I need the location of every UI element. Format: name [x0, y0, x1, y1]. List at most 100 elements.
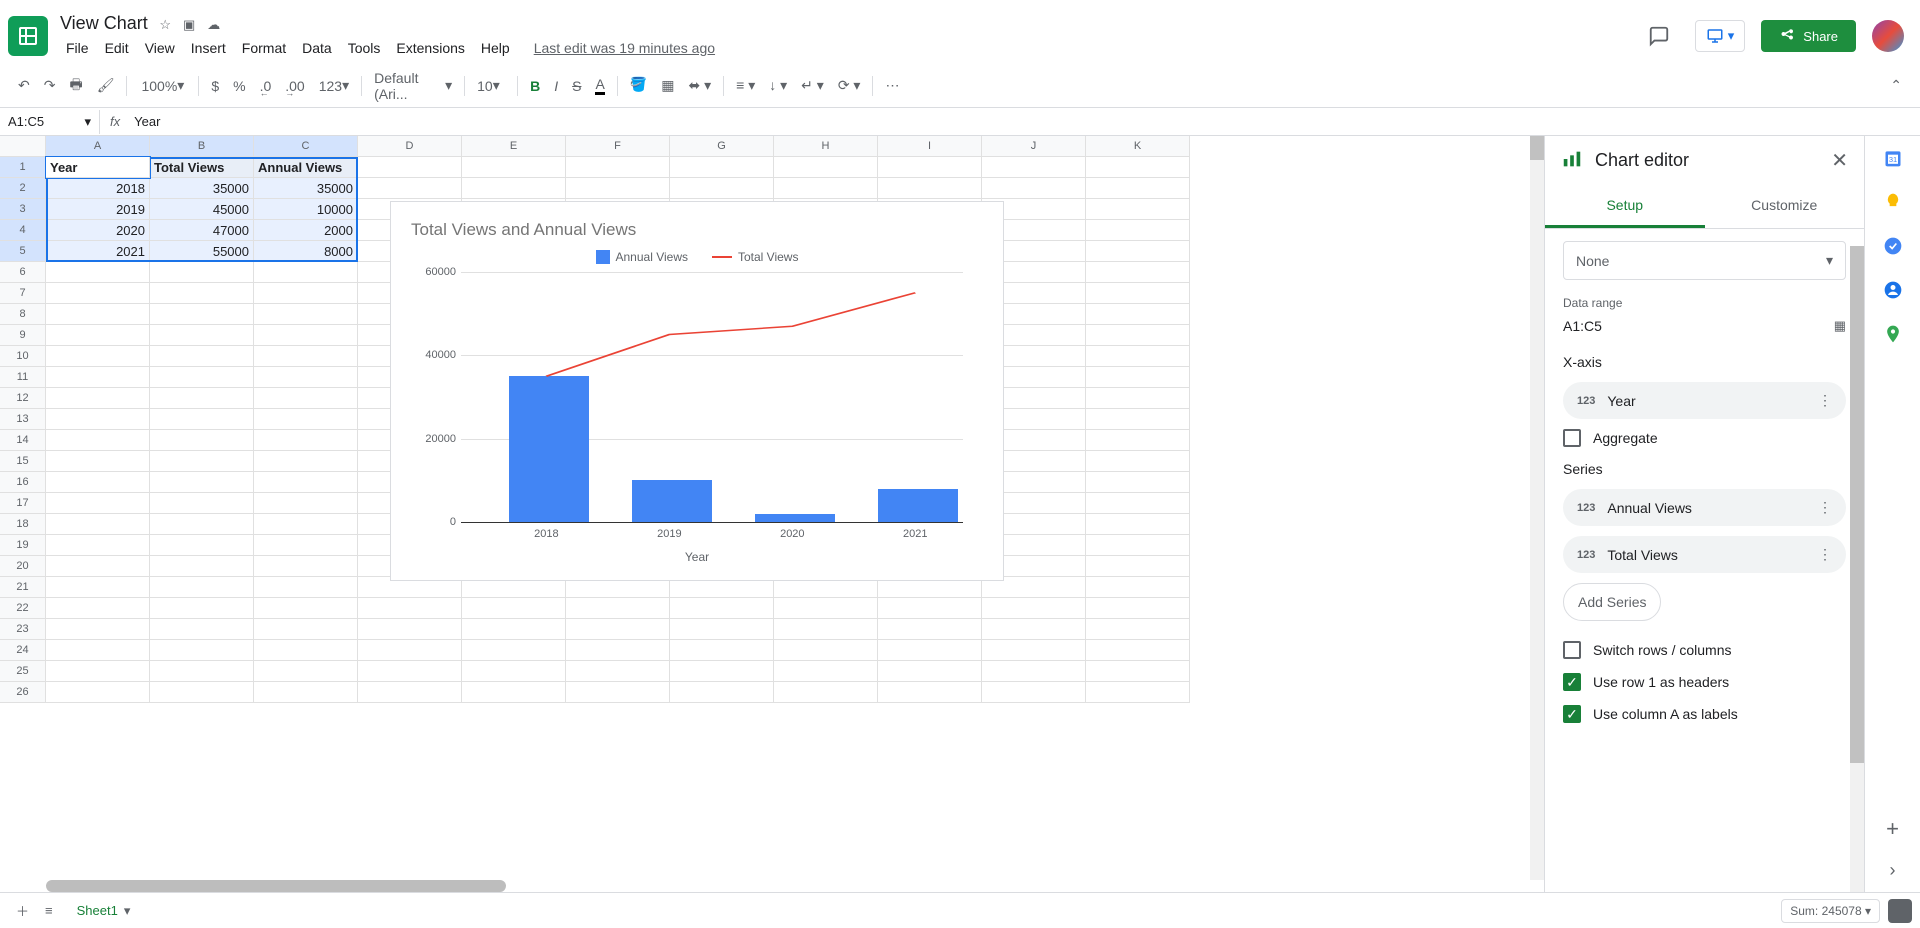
xaxis-field[interactable]: 123 Year ⋮ [1563, 382, 1846, 419]
cell[interactable] [1086, 430, 1190, 451]
cell[interactable]: Total Views [150, 157, 254, 178]
cell[interactable] [670, 157, 774, 178]
cell[interactable] [254, 577, 358, 598]
cell[interactable] [1086, 472, 1190, 493]
cell[interactable]: 2019 [46, 199, 150, 220]
cell[interactable] [462, 178, 566, 199]
cell[interactable] [982, 682, 1086, 703]
horizontal-scrollbar[interactable] [46, 880, 506, 892]
cell[interactable] [150, 472, 254, 493]
comments-icon[interactable] [1639, 16, 1679, 56]
cell[interactable] [1086, 493, 1190, 514]
cell[interactable] [1086, 598, 1190, 619]
cell[interactable] [150, 346, 254, 367]
cell[interactable] [254, 493, 358, 514]
row-header[interactable]: 23 [0, 619, 46, 640]
row-header[interactable]: 7 [0, 283, 46, 304]
cell[interactable]: Year [46, 157, 150, 178]
quicksum-box[interactable]: Sum: 245078 ▾ [1781, 899, 1880, 923]
move-icon[interactable]: ▣ [183, 17, 195, 33]
menu-help[interactable]: Help [475, 36, 516, 60]
cell[interactable] [982, 157, 1086, 178]
cell[interactable] [774, 157, 878, 178]
decrease-decimal-button[interactable]: .0← [254, 74, 278, 98]
cell[interactable] [358, 682, 462, 703]
cell[interactable] [566, 619, 670, 640]
cell[interactable] [878, 619, 982, 640]
row-header[interactable]: 26 [0, 682, 46, 703]
cell[interactable] [462, 598, 566, 619]
cell[interactable] [254, 451, 358, 472]
star-icon[interactable]: ☆ [159, 17, 171, 33]
cell[interactable] [150, 388, 254, 409]
menu-view[interactable]: View [139, 36, 181, 60]
row-header[interactable]: 2 [0, 178, 46, 199]
column-header[interactable]: G [670, 136, 774, 157]
currency-button[interactable]: $ [205, 74, 225, 98]
cell[interactable]: Annual Views [254, 157, 358, 178]
cell[interactable] [254, 598, 358, 619]
cell[interactable]: 35000 [254, 178, 358, 199]
series-annual-views[interactable]: 123 Annual Views ⋮ [1563, 489, 1846, 526]
cell[interactable] [670, 619, 774, 640]
cell[interactable] [774, 661, 878, 682]
editor-scrollbar[interactable] [1850, 246, 1864, 892]
cell[interactable] [1086, 262, 1190, 283]
row-header[interactable]: 9 [0, 325, 46, 346]
row-header[interactable]: 14 [0, 430, 46, 451]
add-addon-icon[interactable]: + [1883, 816, 1903, 836]
row-header[interactable]: 8 [0, 304, 46, 325]
column-header[interactable]: K [1086, 136, 1190, 157]
cell[interactable] [1086, 220, 1190, 241]
cell[interactable] [1086, 199, 1190, 220]
cell[interactable] [1086, 367, 1190, 388]
cell[interactable]: 35000 [150, 178, 254, 199]
cell[interactable] [1086, 388, 1190, 409]
cell[interactable] [46, 682, 150, 703]
paint-format-icon[interactable]: 🖌 [91, 73, 121, 98]
contacts-icon[interactable] [1883, 280, 1903, 300]
cell[interactable] [46, 409, 150, 430]
font-select[interactable]: Default (Ari... ▾ [368, 66, 458, 106]
row-header[interactable]: 19 [0, 535, 46, 556]
cell[interactable] [46, 430, 150, 451]
vertical-scrollbar-thumb[interactable] [1530, 136, 1544, 160]
cell[interactable] [150, 556, 254, 577]
cell[interactable] [254, 388, 358, 409]
column-header[interactable]: D [358, 136, 462, 157]
tasks-icon[interactable] [1883, 236, 1903, 256]
bold-button[interactable]: B [524, 74, 546, 98]
merge-button[interactable]: ⬌ ▾ [682, 73, 717, 98]
row-header[interactable]: 4 [0, 220, 46, 241]
vertical-scrollbar-track[interactable] [1530, 136, 1544, 880]
cell[interactable] [566, 178, 670, 199]
cell[interactable]: 47000 [150, 220, 254, 241]
menu-file[interactable]: File [60, 36, 95, 60]
row-header[interactable]: 25 [0, 661, 46, 682]
xaxis-menu-icon[interactable]: ⋮ [1818, 392, 1832, 409]
cell[interactable] [46, 472, 150, 493]
cell[interactable] [46, 283, 150, 304]
cell[interactable] [254, 325, 358, 346]
name-box[interactable]: A1:C5▾ [0, 110, 100, 134]
cell[interactable] [46, 619, 150, 640]
cell[interactable] [254, 262, 358, 283]
cell[interactable] [150, 325, 254, 346]
add-series-button[interactable]: Add Series [1563, 583, 1661, 621]
row-header[interactable]: 20 [0, 556, 46, 577]
series-total-views[interactable]: 123 Total Views ⋮ [1563, 536, 1846, 573]
row-header[interactable]: 18 [0, 514, 46, 535]
cell[interactable] [670, 682, 774, 703]
data-range-value[interactable]: A1:C5 [1563, 318, 1826, 334]
row1-headers-checkbox[interactable]: ✓ [1563, 673, 1581, 691]
font-size-select[interactable]: 10 ▾ [471, 73, 511, 98]
percent-button[interactable]: % [227, 74, 251, 98]
cell[interactable] [254, 514, 358, 535]
cell[interactable] [150, 514, 254, 535]
row-header[interactable]: 16 [0, 472, 46, 493]
cell[interactable] [982, 598, 1086, 619]
cell[interactable] [46, 556, 150, 577]
cell[interactable]: 2021 [46, 241, 150, 262]
more-button[interactable]: ⋯ [879, 73, 905, 98]
cell[interactable] [150, 619, 254, 640]
